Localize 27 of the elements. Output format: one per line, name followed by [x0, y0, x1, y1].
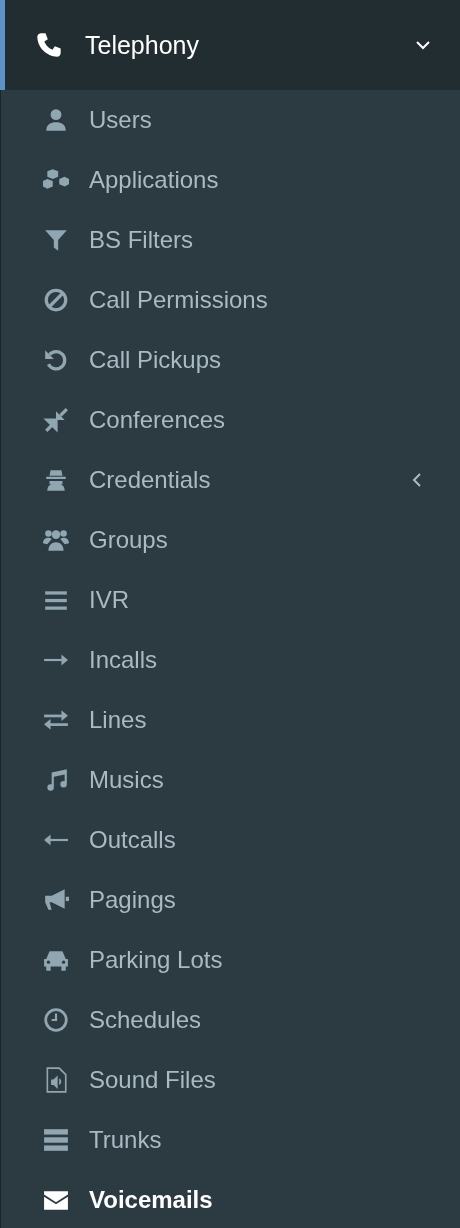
menu-title: Telephony	[85, 30, 200, 60]
menu-item[interactable]: Musics	[0, 750, 460, 810]
menu-item[interactable]: Parking Lots	[0, 930, 460, 990]
menu-item[interactable]: Conferences	[0, 390, 460, 450]
menu-item[interactable]: Groups	[0, 510, 460, 570]
menu-item[interactable]: Pagings	[0, 870, 460, 930]
menu-header[interactable]: Telephony	[0, 0, 460, 90]
menu-item[interactable]: Credentials	[0, 450, 460, 510]
clock-icon	[41, 1007, 71, 1033]
phone-icon	[35, 31, 63, 59]
menu-item[interactable]: Users	[0, 90, 460, 150]
menu-item[interactable]: Incalls	[0, 630, 460, 690]
menu-item[interactable]: Call Permissions	[0, 270, 460, 330]
compress-icon	[41, 407, 71, 433]
menu-item[interactable]: IVR	[0, 570, 460, 630]
server-icon	[41, 1127, 71, 1153]
menu-item[interactable]: Schedules	[0, 990, 460, 1050]
menu-item[interactable]: Outcalls	[0, 810, 460, 870]
menu-item[interactable]: Sound Files	[0, 1050, 460, 1110]
menu-item[interactable]: Call Pickups	[0, 330, 460, 390]
menu-item[interactable]: BS Filters	[0, 210, 460, 270]
menu-item[interactable]: Voicemails	[0, 1170, 460, 1228]
menu-item[interactable]: Applications	[0, 150, 460, 210]
exchange-icon	[41, 707, 71, 733]
menu-item[interactable]: Lines	[0, 690, 460, 750]
menu-item[interactable]: Trunks	[0, 1110, 460, 1170]
users-icon	[41, 527, 71, 553]
